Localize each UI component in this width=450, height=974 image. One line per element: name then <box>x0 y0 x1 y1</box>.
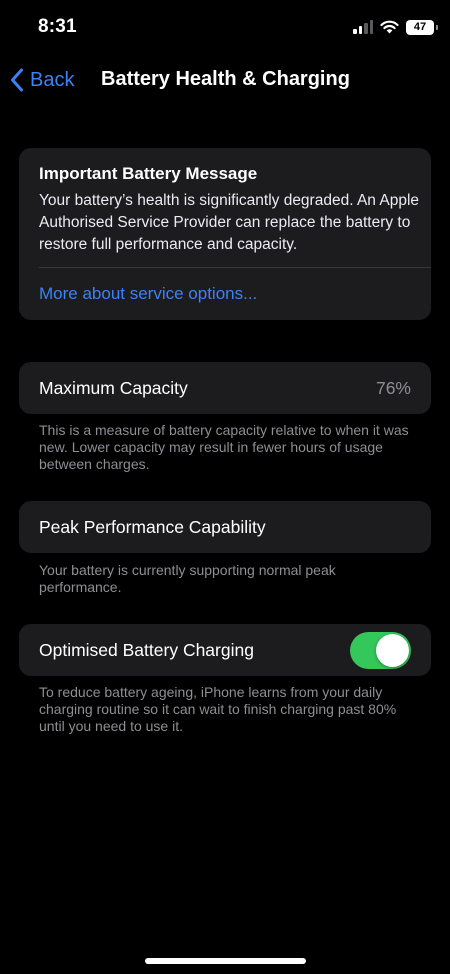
battery-health-screen: 8:31 47 Back Battery Health & Charging I… <box>0 0 450 974</box>
optimised-charging-label: Optimised Battery Charging <box>39 639 254 660</box>
page-title: Battery Health & Charging <box>101 68 350 90</box>
home-indicator[interactable] <box>145 958 306 964</box>
cellular-signal-icon <box>353 20 373 34</box>
status-time: 8:31 <box>38 16 77 37</box>
optimised-charging-footnote: To reduce battery ageing, iPhone learns … <box>39 684 397 734</box>
service-options-link[interactable]: More about service options... <box>39 284 257 304</box>
back-label: Back <box>30 68 75 91</box>
maximum-capacity-footnote: This is a measure of battery capacity re… <box>39 422 409 472</box>
wifi-icon <box>380 20 399 34</box>
battery-level-text: 47 <box>413 21 427 33</box>
optimised-charging-toggle[interactable] <box>350 631 411 669</box>
chevron-left-icon <box>11 68 23 92</box>
toggle-knob <box>376 633 409 667</box>
message-title: Important Battery Message <box>39 164 258 183</box>
navigation-bar: Back Battery Health & Charging <box>0 58 450 102</box>
back-button[interactable]: Back <box>10 66 74 94</box>
peak-performance-label: Peak Performance Capability <box>39 516 266 537</box>
peak-performance-row: Peak Performance Capability <box>19 501 431 553</box>
maximum-capacity-value: 76% <box>375 377 411 398</box>
battery-message-card: Important Battery Message Your battery’s… <box>19 148 431 320</box>
status-icons: 47 <box>353 18 438 36</box>
maximum-capacity-label: Maximum Capacity <box>39 377 188 398</box>
message-body: Your battery’s health is significantly d… <box>39 192 420 253</box>
message-divider <box>39 267 431 268</box>
battery-icon: 47 <box>406 19 438 35</box>
status-bar: 8:31 47 <box>0 0 450 54</box>
peak-performance-footnote: Your battery is currently supporting nor… <box>39 562 336 595</box>
optimised-charging-row: Optimised Battery Charging <box>19 624 431 676</box>
maximum-capacity-row: Maximum Capacity 76% <box>19 362 431 414</box>
